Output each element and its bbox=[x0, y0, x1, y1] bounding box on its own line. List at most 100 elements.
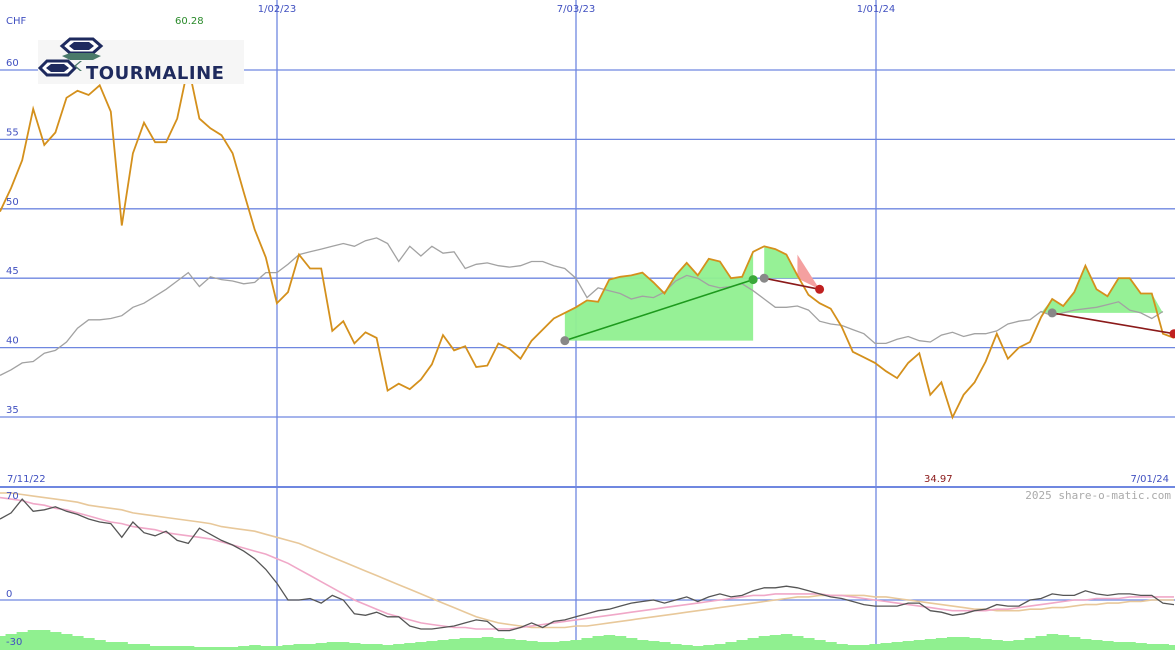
volume-bar bbox=[647, 641, 660, 650]
volume-bar bbox=[670, 644, 682, 650]
volume-bar bbox=[71, 636, 84, 650]
osc-y-tick-0: 0 bbox=[6, 589, 12, 600]
volume-bar bbox=[503, 639, 516, 650]
volume-bar bbox=[791, 636, 804, 650]
volume-bar bbox=[1124, 642, 1136, 650]
logo-gem-top-inner-icon bbox=[69, 42, 94, 50]
volume-bar bbox=[891, 642, 904, 650]
volume-bar bbox=[1113, 642, 1125, 650]
main-y-tick-40: 40 bbox=[6, 336, 19, 347]
volume-bar bbox=[315, 643, 328, 650]
volume-bar bbox=[481, 637, 494, 650]
down-fill-1 bbox=[797, 254, 820, 290]
watermark: 2025 share-o-matic.com bbox=[1025, 489, 1171, 502]
volume-bar bbox=[271, 646, 283, 650]
volume-bar bbox=[570, 640, 582, 650]
osc-slow-line bbox=[0, 492, 1174, 629]
volume-bar bbox=[736, 640, 749, 650]
volume-bar bbox=[1035, 636, 1048, 650]
volume-bar bbox=[1024, 638, 1037, 650]
main-y-tick-60: 60 bbox=[6, 58, 19, 69]
volume-bar bbox=[49, 632, 62, 650]
volume-bar bbox=[160, 646, 173, 650]
volume-bar bbox=[371, 644, 383, 650]
volume-bar bbox=[249, 645, 261, 650]
start-date-label: 7/11/22 bbox=[7, 474, 46, 485]
volume-bar bbox=[946, 637, 959, 650]
volume-bar bbox=[470, 638, 483, 650]
volume-bar bbox=[105, 642, 117, 650]
low-label: 34.97 bbox=[924, 474, 953, 485]
end-date-label: 7/01/24 bbox=[1130, 474, 1169, 485]
uptrend-start-marker bbox=[560, 336, 570, 346]
volume-bar bbox=[282, 645, 295, 650]
volume-bar bbox=[238, 646, 250, 650]
up-fill-1 bbox=[564, 251, 754, 341]
volume-bar bbox=[426, 641, 438, 650]
volume-bar bbox=[526, 641, 538, 650]
volume-bar bbox=[182, 646, 195, 650]
volume-bar bbox=[27, 630, 40, 650]
volume-bar bbox=[814, 640, 826, 650]
volume-bar bbox=[980, 639, 992, 650]
volume-bar bbox=[149, 646, 162, 650]
volume-bar bbox=[1013, 640, 1025, 650]
volume-bar bbox=[592, 636, 605, 650]
volume-bar bbox=[1102, 641, 1114, 650]
volume-bar bbox=[1168, 645, 1175, 650]
volume-bar bbox=[359, 644, 372, 650]
osc-y-tick-70: 70 bbox=[6, 491, 19, 502]
volume-bar bbox=[902, 641, 915, 650]
volume-bar bbox=[1090, 640, 1103, 650]
volume-bar bbox=[725, 642, 738, 650]
volume-bar bbox=[581, 638, 594, 650]
volume-bar bbox=[935, 638, 948, 650]
volume-bar bbox=[171, 646, 184, 650]
main-y-tick-45: 45 bbox=[6, 266, 19, 277]
volume-bar bbox=[1046, 634, 1059, 650]
volume-bar bbox=[448, 639, 461, 650]
currency-label: CHF bbox=[6, 16, 27, 27]
logo-text: TOURMALINE bbox=[86, 63, 224, 84]
volume-bar bbox=[415, 642, 427, 650]
volume-bar bbox=[692, 646, 704, 650]
volume-bar bbox=[293, 644, 306, 650]
axis-labels: 35 40 45 50 55 60 70 0 -30 1/02/23 7/03/23 1/01/24 bbox=[6, 4, 895, 648]
volume-bar bbox=[94, 640, 106, 650]
main-y-tick-55: 55 bbox=[6, 127, 19, 138]
price-line bbox=[0, 65, 1175, 420]
volume-bar bbox=[326, 642, 339, 650]
volume-bar bbox=[38, 630, 51, 650]
volume-bar bbox=[127, 644, 139, 650]
osc-y-tick--30: -30 bbox=[6, 637, 22, 648]
volume-bar bbox=[747, 638, 760, 650]
volume-bar bbox=[116, 642, 128, 650]
volume-bar bbox=[958, 637, 970, 650]
osc-fast-line bbox=[0, 496, 1174, 630]
volume-bar bbox=[625, 638, 638, 650]
volume-bar bbox=[83, 638, 95, 650]
volume-bar bbox=[537, 642, 549, 650]
volume-bar bbox=[348, 643, 361, 650]
volume-bar bbox=[614, 636, 627, 650]
series-lines bbox=[0, 65, 1175, 632]
volume-bar bbox=[603, 635, 616, 650]
logo: TOURMALINE bbox=[37, 37, 244, 84]
x-tick-2: 1/01/24 bbox=[857, 4, 896, 15]
volume-bar bbox=[559, 641, 571, 650]
volume-bar bbox=[404, 643, 416, 650]
stock-chart: 354045505560700-301/02/23 7/03/23 1/01/24 … bbox=[0, 0, 1175, 650]
volume-bar bbox=[991, 640, 1003, 650]
main-y-tick-50: 50 bbox=[6, 197, 19, 208]
x-tick-0: 1/02/23 bbox=[258, 4, 297, 15]
volume-bar bbox=[1135, 643, 1147, 650]
volume-bar bbox=[703, 645, 715, 650]
x-tick-1: 7/03/23 bbox=[557, 4, 596, 15]
volume-bar bbox=[1157, 644, 1169, 650]
downtrend-1-start-marker bbox=[759, 273, 769, 283]
volume-bar bbox=[769, 635, 782, 650]
volume-bar bbox=[1079, 639, 1092, 650]
volume-bar bbox=[658, 642, 671, 650]
downtrend-1-end-marker bbox=[815, 284, 825, 294]
volume-bar bbox=[802, 638, 815, 650]
